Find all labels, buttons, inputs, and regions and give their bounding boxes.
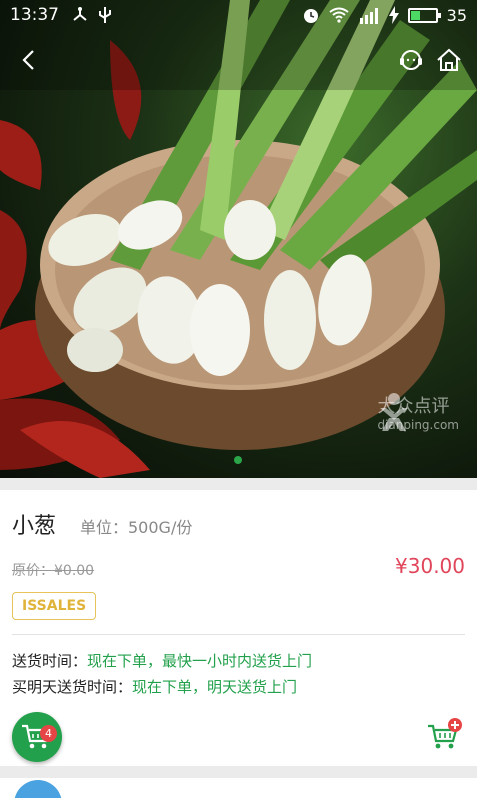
delivery-time-label: 送货时间： xyxy=(12,652,88,670)
tomorrow-delivery-row: 买明天送货时间：现在下单，明天送货上门 xyxy=(12,676,297,697)
home-button[interactable] xyxy=(433,44,465,76)
cart-button[interactable]: 4 xyxy=(12,712,62,762)
product-unit: 单位：500G/份 xyxy=(80,518,193,537)
sales-tag: ISSALES xyxy=(12,592,97,620)
dianping-logo-icon xyxy=(380,393,409,431)
delivery-time-row: 送货时间：现在下单，最快一小时内送货上门 xyxy=(12,650,312,671)
signal-4g-icon xyxy=(359,8,378,24)
cart-count-badge: 4 xyxy=(40,725,57,742)
chevron-left-icon xyxy=(22,50,34,70)
customer-service-button[interactable] xyxy=(395,44,427,76)
add-to-cart-button[interactable] xyxy=(427,718,463,752)
headset-icon xyxy=(400,50,422,70)
charging-icon xyxy=(388,6,399,24)
status-time: 13:37 xyxy=(10,5,59,25)
share-network-icon xyxy=(73,7,87,21)
add-to-cart-icon xyxy=(428,718,462,749)
tomorrow-delivery-label: 买明天送货时间： xyxy=(12,678,133,696)
wifi-icon xyxy=(329,7,349,23)
next-section-card xyxy=(0,778,477,798)
current-price: ¥30.00 xyxy=(395,554,465,578)
delivery-time-value: 现在下单，最快一小时内送货上门 xyxy=(87,652,313,670)
usb-icon xyxy=(99,7,111,23)
product-name: 小葱 xyxy=(12,514,57,539)
product-info-card: 小葱 单位：500G/份 原价：¥0.00 ¥30.00 ISSALES 送货时… xyxy=(0,490,477,766)
divider xyxy=(12,634,465,635)
battery-icon xyxy=(407,7,441,23)
watermark: 大众点评 dianping.com xyxy=(377,392,459,432)
tomorrow-delivery-value: 现在下单，明天送货上门 xyxy=(132,678,298,696)
top-navigation xyxy=(0,40,477,80)
battery-percent: 35 xyxy=(446,5,467,25)
status-bar: 13:37 35 xyxy=(0,0,477,30)
original-price: 原价：¥0.00 xyxy=(12,563,95,579)
back-button[interactable] xyxy=(14,44,46,76)
carousel-indicator[interactable] xyxy=(234,456,242,464)
alarm-icon xyxy=(303,9,318,23)
home-icon xyxy=(437,48,461,71)
